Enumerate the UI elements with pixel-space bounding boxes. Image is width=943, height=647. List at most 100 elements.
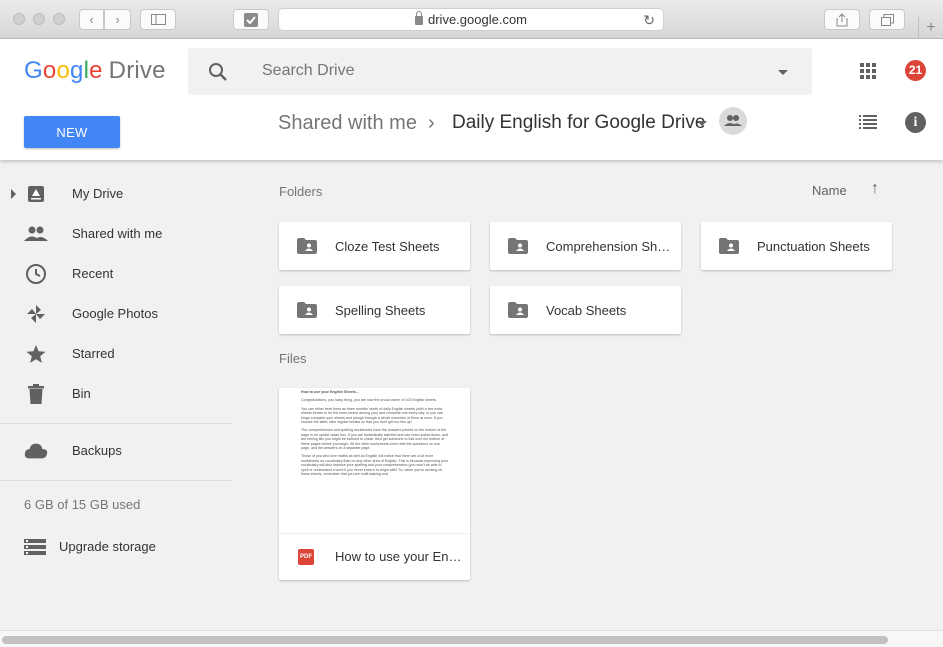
sidebar-item-label: Shared with me [72,226,163,241]
thumbnail-paragraph: Those of you who love maths as well as E… [301,454,448,477]
folder-name: Cloze Test Sheets [335,239,440,254]
search-icon[interactable] [208,62,228,82]
extension-button[interactable] [233,9,269,30]
sidebar-item-backups[interactable]: Backups [0,431,232,471]
horizontal-scrollbar[interactable] [0,630,943,647]
clock-icon [24,264,48,284]
shared-folder-button[interactable] [719,107,747,135]
sidebar-item-google-photos[interactable]: Google Photos [0,294,232,334]
folder-card[interactable]: Punctuation Sheets [701,222,892,270]
checkbox-icon [244,12,258,27]
sidebar-item-label: Bin [72,386,91,401]
sidebar-item-label: My Drive [72,186,124,201]
upgrade-storage-link[interactable]: Upgrade storage [24,532,224,562]
sidebar: My Drive Shared with me Recent Google Ph… [0,160,232,630]
folder-name: Comprehension Sheets [546,239,674,254]
expand-arrow-icon[interactable] [11,189,16,199]
back-button[interactable]: ‹ [79,9,104,30]
minimize-window-button[interactable] [33,13,45,25]
upgrade-storage-label: Upgrade storage [59,539,156,554]
main-content: Folders Name ↑ Cloze Test Sheets Compreh… [232,160,943,630]
storage-usage-text: 6 GB of 15 GB used [24,497,141,512]
google-drive-logo[interactable]: Google Drive [24,57,166,85]
search-options-dropdown-icon[interactable] [778,70,788,75]
reload-icon[interactable]: ↻ [643,12,655,29]
folder-card[interactable]: Spelling Sheets [279,286,470,334]
pinwheel-icon [24,304,48,324]
scrollbar-thumb[interactable] [2,636,888,644]
file-name: How to use your English Sheets [335,549,463,564]
notifications-badge[interactable]: 21 [905,60,926,81]
people-icon [24,224,48,244]
sidebar-item-shared-with-me[interactable]: Shared with me [0,214,232,254]
sidebar-item-label: Starred [72,346,115,361]
breadcrumb-parent[interactable]: Shared with me [278,112,417,135]
sidebar-item-label: Backups [72,443,122,458]
search-box[interactable] [188,48,812,95]
folders-section-label: Folders [279,184,323,199]
share-button[interactable] [824,9,860,30]
details-info-icon[interactable]: i [905,112,926,133]
shared-folder-icon [719,238,739,254]
people-icon [724,115,742,126]
shared-folder-icon [297,238,317,254]
sidebar-item-label: Google Photos [72,306,159,321]
zoom-window-button[interactable] [53,13,65,25]
breadcrumb-separator-icon: › [428,112,435,134]
share-icon [836,12,848,26]
chevron-right-icon: › [115,12,120,27]
files-section-label: Files [279,351,307,366]
thumbnail-paragraph: The comprehension and spelling worksheet… [301,428,448,451]
sidebar-item-starred[interactable]: Starred [0,334,232,374]
tabs-icon [880,13,894,26]
shared-folder-icon [508,302,528,318]
logo-letter: g [70,57,84,84]
new-tab-button[interactable]: + [918,17,943,39]
storage-icon [24,539,46,555]
folder-name: Punctuation Sheets [757,239,870,254]
star-icon [24,344,48,364]
sidebar-item-recent[interactable]: Recent [0,254,232,294]
sidebar-icon [150,14,166,25]
search-input[interactable] [262,58,742,84]
logo-product-name: Drive [108,57,166,84]
thumbnail-paragraph: Congratulations, you lucky thing, you ar… [301,398,437,403]
file-footer: PDF How to use your English Sheets [279,533,470,580]
logo-letter: G [24,57,43,84]
folder-card[interactable]: Comprehension Sheets [490,222,681,270]
logo-letter: o [42,57,57,84]
folder-card[interactable]: Cloze Test Sheets [279,222,470,270]
lock-icon [415,11,423,25]
apps-grid-icon[interactable] [860,63,876,79]
sidebar-item-label: Recent [72,266,114,281]
forward-button[interactable]: › [104,9,131,30]
sidebar-item-my-drive[interactable]: My Drive [0,174,232,214]
logo-letter: e [89,57,103,84]
sort-ascending-arrow-icon[interactable]: ↑ [871,180,879,198]
trash-icon [24,384,48,404]
sort-by-name-button[interactable]: Name [812,183,847,198]
file-thumbnail: How to use your English Sheets... Congra… [279,388,470,533]
tabs-button[interactable] [869,9,905,30]
address-bar[interactable]: drive.google.com ↻ [278,8,664,31]
new-button[interactable]: NEW [24,116,120,148]
folder-name: Vocab Sheets [546,303,627,318]
sidebar-divider [0,480,232,481]
shared-folder-icon [508,238,528,254]
pdf-icon: PDF [298,549,314,565]
folder-card[interactable]: Vocab Sheets [490,286,681,334]
list-view-icon[interactable] [859,115,877,129]
breadcrumb-current-folder[interactable]: Daily English for Google Drive [452,112,705,134]
my-drive-icon [24,184,48,204]
browser-toolbar: ‹ › drive.google.com ↻ + [0,0,943,39]
folder-name: Spelling Sheets [335,303,426,318]
close-window-button[interactable] [13,13,25,25]
folder-menu-dropdown-icon[interactable] [697,121,707,126]
sidebar-divider [0,423,232,424]
drive-header: GoogleDrive 21 NEW Shared with me › Dail… [0,39,943,160]
file-card[interactable]: How to use your English Sheets... Congra… [279,388,470,580]
logo-letter: o [56,57,70,84]
sidebar-toggle-button[interactable] [140,9,176,30]
shared-folder-icon [297,302,317,318]
sidebar-item-bin[interactable]: Bin [0,374,232,414]
